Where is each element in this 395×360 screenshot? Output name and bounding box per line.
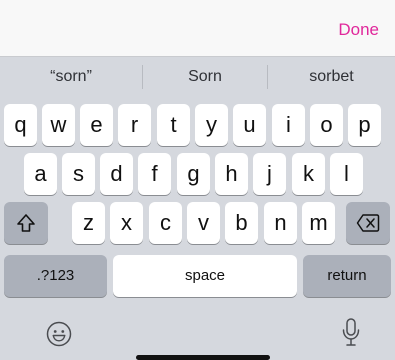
key-v[interactable]: v xyxy=(187,202,220,244)
shift-icon xyxy=(4,212,48,234)
key-o[interactable]: o xyxy=(310,104,343,146)
suggestion-1[interactable]: “sorn” xyxy=(0,57,142,97)
key-a[interactable]: a xyxy=(24,153,57,195)
key-l[interactable]: l xyxy=(330,153,363,195)
delete-key[interactable] xyxy=(346,202,390,244)
key-m[interactable]: m xyxy=(302,202,335,244)
done-button[interactable]: Done xyxy=(338,20,379,40)
suggestion-3[interactable]: sorbet xyxy=(268,57,395,97)
key-q[interactable]: q xyxy=(4,104,37,146)
key-i[interactable]: i xyxy=(272,104,305,146)
dictation-button[interactable] xyxy=(341,317,361,354)
key-p[interactable]: p xyxy=(348,104,381,146)
emoji-icon xyxy=(46,321,72,351)
delete-icon xyxy=(346,213,390,233)
key-n[interactable]: n xyxy=(264,202,297,244)
shift-key[interactable] xyxy=(4,202,48,244)
key-w[interactable]: w xyxy=(42,104,75,146)
microphone-icon xyxy=(341,318,361,353)
numbers-key[interactable]: .?123 xyxy=(4,255,107,297)
keyboard: “sorn” Sorn sorbet q w e r t y u i o p a… xyxy=(0,57,395,360)
key-h[interactable]: h xyxy=(215,153,248,195)
space-key[interactable]: space xyxy=(113,255,297,297)
key-z[interactable]: z xyxy=(72,202,105,244)
key-t[interactable]: t xyxy=(157,104,190,146)
key-y[interactable]: y xyxy=(195,104,228,146)
key-f[interactable]: f xyxy=(138,153,171,195)
key-d[interactable]: d xyxy=(100,153,133,195)
key-r[interactable]: r xyxy=(118,104,151,146)
key-u[interactable]: u xyxy=(233,104,266,146)
key-x[interactable]: x xyxy=(110,202,143,244)
key-s[interactable]: s xyxy=(62,153,95,195)
key-g[interactable]: g xyxy=(177,153,210,195)
keyboard-accessory-bar: Done xyxy=(0,0,395,57)
key-k[interactable]: k xyxy=(292,153,325,195)
return-key[interactable]: return xyxy=(303,255,391,297)
key-j[interactable]: j xyxy=(253,153,286,195)
suggestion-bar: “sorn” Sorn sorbet xyxy=(0,57,395,97)
key-c[interactable]: c xyxy=(149,202,182,244)
key-b[interactable]: b xyxy=(225,202,258,244)
emoji-button[interactable] xyxy=(46,321,72,352)
suggestion-2[interactable]: Sorn xyxy=(143,57,267,97)
home-indicator xyxy=(136,355,270,360)
key-e[interactable]: e xyxy=(80,104,113,146)
